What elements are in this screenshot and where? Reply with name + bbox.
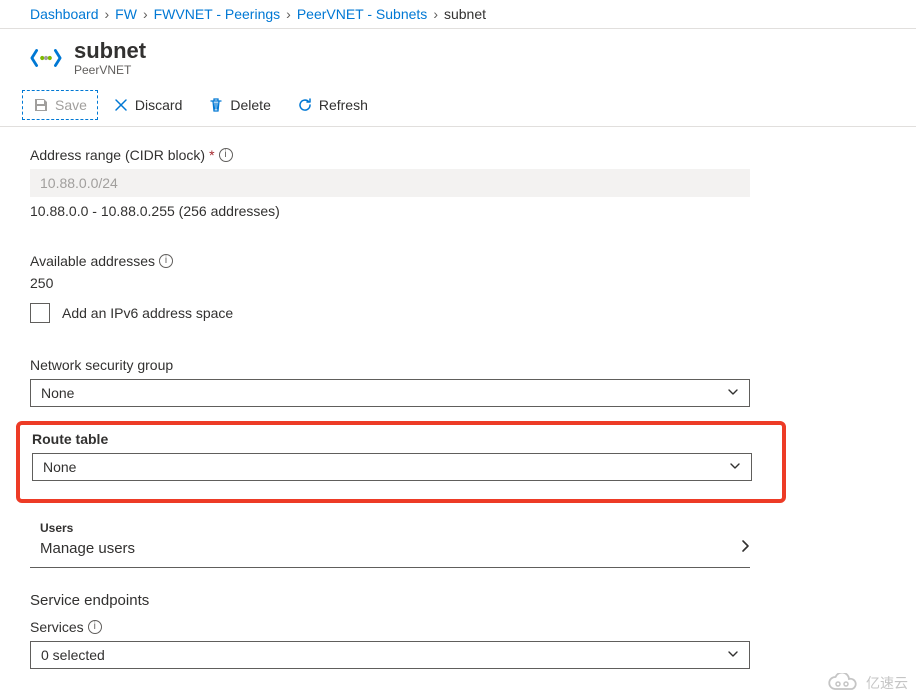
save-icon [33, 97, 49, 113]
breadcrumb-link-peervnet-subnets[interactable]: PeerVNET - Subnets [297, 6, 427, 22]
available-addresses-label: Available addresses i [30, 253, 750, 269]
discard-label: Discard [135, 97, 182, 113]
chevron-down-icon [727, 647, 739, 663]
page-title: subnet [74, 39, 146, 63]
address-range-label: Address range (CIDR block) * i [30, 147, 750, 163]
required-asterisk: * [209, 147, 214, 163]
subnet-resource-icon [30, 44, 62, 72]
refresh-button[interactable]: Refresh [286, 90, 379, 120]
services-label-text: Services [30, 619, 84, 635]
route-table-label: Route table [32, 431, 770, 447]
info-icon[interactable]: i [219, 148, 233, 162]
services-label: Services i [30, 619, 750, 635]
chevron-right-icon: › [143, 6, 148, 22]
refresh-icon [297, 97, 313, 113]
chevron-right-icon: › [433, 6, 438, 22]
users-block: Users Manage users [30, 515, 750, 568]
form: Address range (CIDR block) * i 10.88.0.0… [0, 127, 780, 669]
chevron-right-icon: › [105, 6, 110, 22]
discard-button[interactable]: Discard [102, 90, 193, 120]
manage-users-link[interactable]: Manage users [40, 535, 750, 557]
breadcrumb-link-dashboard[interactable]: Dashboard [30, 6, 99, 22]
address-range-label-text: Address range (CIDR block) [30, 147, 205, 163]
watermark-text: 亿速云 [866, 673, 908, 693]
watermark: 亿速云 [826, 673, 908, 693]
breadcrumb-link-fwvnet-peerings[interactable]: FWVNET - Peerings [154, 6, 281, 22]
cloud-icon [826, 673, 860, 693]
available-addresses-value: 250 [30, 275, 750, 291]
chevron-down-icon [729, 459, 741, 475]
services-value: 0 selected [41, 647, 105, 663]
address-range-hint: 10.88.0.0 - 10.88.0.255 (256 addresses) [30, 203, 750, 219]
breadcrumb-link-fw[interactable]: FW [115, 6, 137, 22]
breadcrumb-current: subnet [444, 6, 486, 22]
refresh-label: Refresh [319, 97, 368, 113]
breadcrumb: Dashboard › FW › FWVNET - Peerings › Pee… [0, 0, 916, 29]
ipv6-checkbox-label: Add an IPv6 address space [62, 305, 233, 321]
delete-label: Delete [230, 97, 270, 113]
users-label: Users [40, 521, 750, 535]
nsg-value: None [41, 385, 74, 401]
delete-button[interactable]: Delete [197, 90, 281, 120]
page-subtitle: PeerVNET [74, 63, 146, 77]
info-icon[interactable]: i [159, 254, 173, 268]
route-table-value: None [43, 459, 76, 475]
address-range-input [30, 169, 750, 197]
info-icon[interactable]: i [88, 620, 102, 634]
services-dropdown[interactable]: 0 selected [30, 641, 750, 669]
chevron-right-icon: › [286, 6, 291, 22]
route-table-label-text: Route table [32, 431, 108, 447]
chevron-right-icon [740, 539, 750, 557]
ipv6-checkbox[interactable] [30, 303, 50, 323]
nsg-dropdown[interactable]: None [30, 379, 750, 407]
discard-icon [113, 97, 129, 113]
available-addresses-label-text: Available addresses [30, 253, 155, 269]
route-table-dropdown[interactable]: None [32, 453, 752, 481]
save-label: Save [55, 97, 87, 113]
nsg-label: Network security group [30, 357, 750, 373]
save-button[interactable]: Save [22, 90, 98, 120]
route-table-highlight: Route table None [16, 421, 786, 503]
manage-users-text: Manage users [40, 540, 135, 557]
chevron-down-icon [727, 385, 739, 401]
command-bar: Save Discard Delete Refresh [0, 83, 916, 127]
delete-icon [208, 97, 224, 113]
ipv6-checkbox-row[interactable]: Add an IPv6 address space [30, 303, 750, 323]
nsg-label-text: Network security group [30, 357, 173, 373]
page-header: subnet PeerVNET [0, 29, 916, 83]
service-endpoints-title: Service endpoints [30, 592, 750, 609]
